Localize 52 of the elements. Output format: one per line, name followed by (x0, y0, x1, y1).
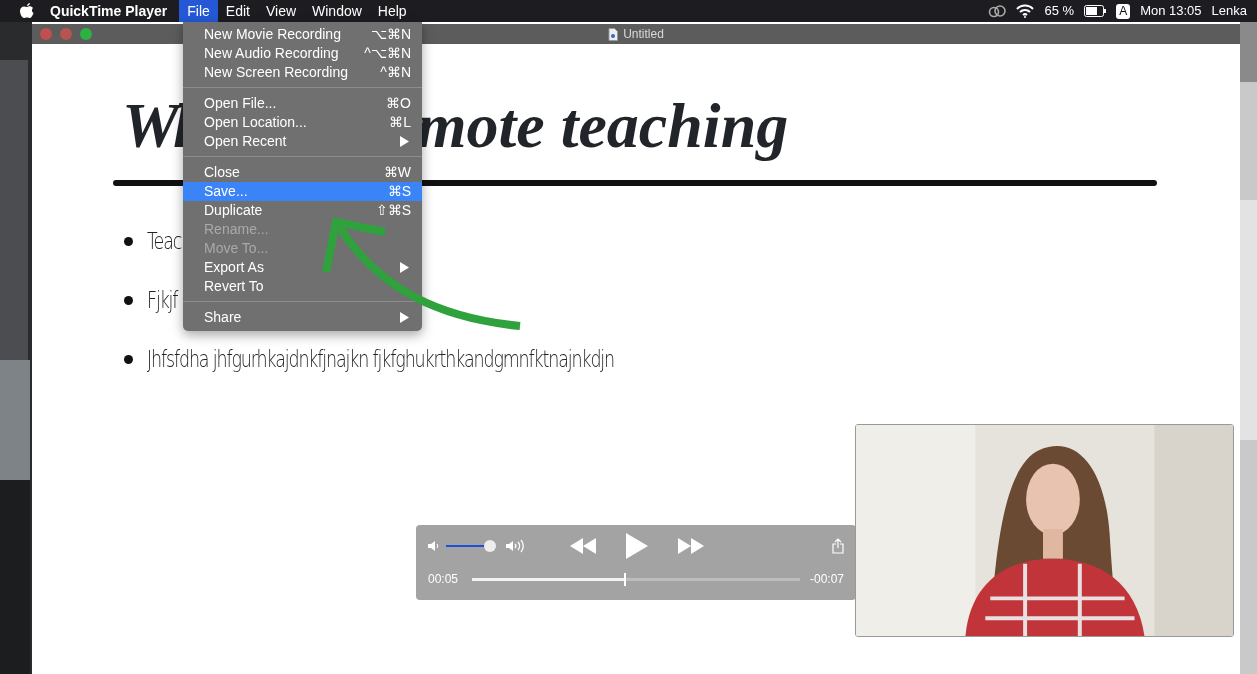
bullet-text: Fjkjf (147, 286, 178, 316)
maximize-button[interactable] (80, 28, 92, 40)
fast-forward-icon[interactable] (678, 538, 704, 554)
close-button[interactable] (40, 28, 52, 40)
clock[interactable]: Mon 13:05 (1140, 1, 1202, 21)
menu-item[interactable]: Close ⌘W (183, 163, 422, 182)
remaining-time: -00:07 (809, 571, 844, 588)
share-icon[interactable] (832, 538, 844, 554)
elapsed-time: 00:05 (428, 571, 459, 588)
cloud-icon[interactable] (988, 4, 1007, 18)
battery-icon[interactable] (1084, 5, 1107, 17)
menu-item[interactable]: New Movie Recording ⌥⌘N (183, 25, 422, 44)
shortcut-text: ⌘L (389, 113, 411, 132)
bullet-icon (124, 355, 133, 364)
volume-high-icon (506, 539, 526, 553)
shortcut-text: ⌘O (386, 94, 411, 113)
submenu-arrow-icon (400, 312, 409, 323)
menu-item[interactable]: Share (183, 308, 422, 327)
menu-item[interactable]: Revert To (183, 277, 422, 296)
submenu-arrow-icon (400, 136, 409, 147)
apple-icon[interactable] (20, 3, 34, 19)
window-title: Untitled (623, 26, 664, 43)
bullet-icon (124, 296, 133, 305)
wifi-icon[interactable] (1016, 4, 1035, 18)
battery-percentage: 65 % (1044, 2, 1075, 21)
bullet-icon (124, 237, 133, 246)
shortcut-text: ⇧⌘S (375, 201, 411, 220)
menu-item[interactable]: Edit (217, 0, 258, 22)
shortcut-text: ⌘W (383, 163, 411, 182)
bullet-text: Teac (147, 227, 182, 257)
shortcut-text: ^⌥⌘N (364, 44, 411, 63)
play-icon[interactable] (626, 533, 648, 559)
input-source-indicator[interactable]: A (1116, 3, 1131, 19)
menu-item[interactable]: Duplicate ⇧⌘S (183, 201, 422, 220)
user-name[interactable]: Lenka (1211, 1, 1247, 21)
menu-item[interactable]: Window (304, 0, 370, 22)
menu-item[interactable]: View (257, 0, 305, 22)
shortcut-text: ^⌘N (380, 63, 411, 82)
bullet-text: Jhfsfdha jhfgurhkajdnkfjnajkn fjkfghukrthkandgmnfktnajnkdjn (147, 345, 615, 375)
app-menu[interactable]: QuickTime Player (34, 0, 180, 22)
menu-item[interactable]: File (179, 0, 218, 22)
menu-item[interactable]: Export As (183, 258, 422, 277)
shortcut-text: ⌘S (387, 182, 411, 201)
rewind-icon[interactable] (570, 538, 596, 554)
shortcut-text: ⌥⌘N (370, 25, 411, 44)
minimize-button[interactable] (60, 28, 72, 40)
submenu-arrow-icon (400, 262, 409, 273)
menu-item[interactable]: Save... ⌘S (183, 182, 422, 201)
document-icon (608, 27, 619, 41)
menu-item[interactable]: Help (369, 0, 415, 22)
menu-item[interactable]: New Screen Recording ^⌘N (183, 63, 422, 82)
menu-item[interactable]: New Audio Recording ^⌥⌘N (183, 44, 422, 63)
